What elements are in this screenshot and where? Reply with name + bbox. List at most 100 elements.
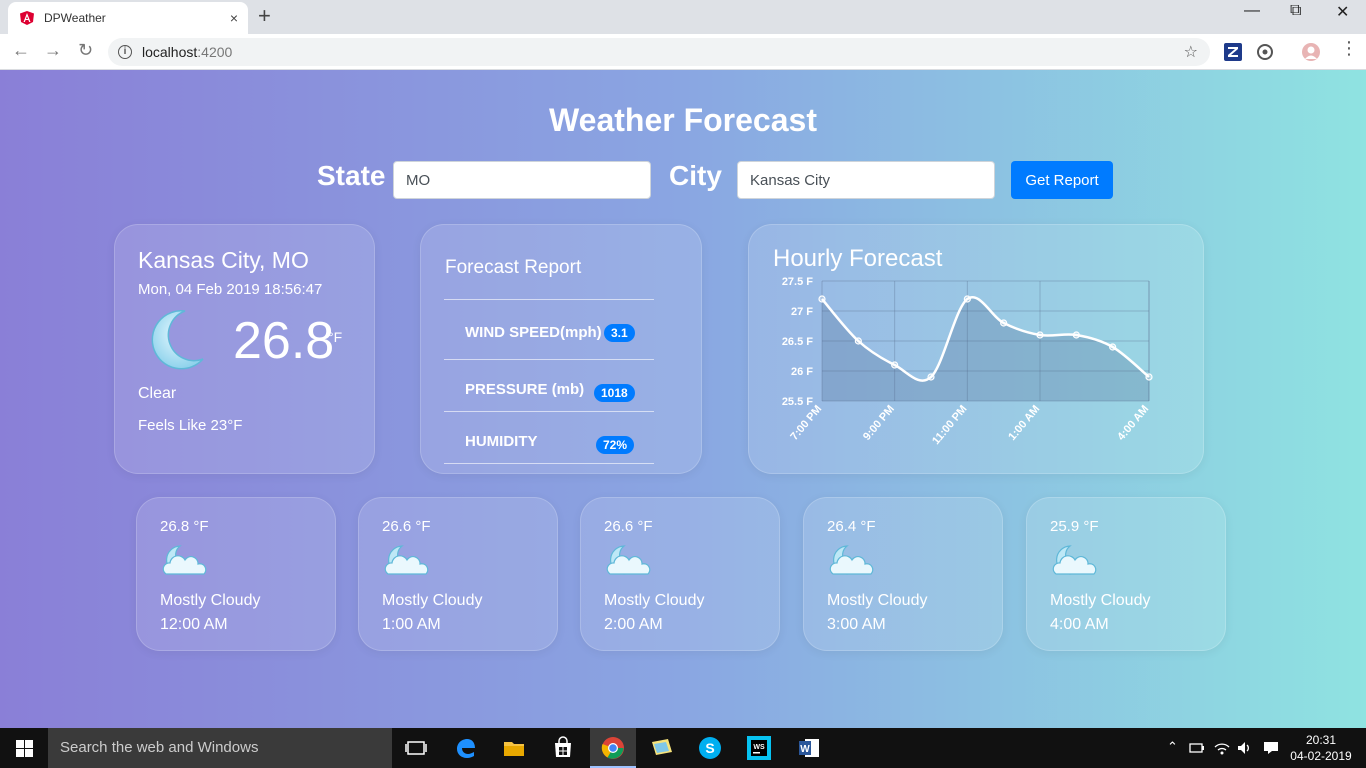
report-row-label: WIND SPEED(mph) — [465, 324, 602, 341]
state-input[interactable] — [393, 161, 651, 199]
forward-icon[interactable]: → — [44, 40, 62, 61]
forecast-card-temp: 26.8 °F — [160, 518, 209, 535]
data-point — [1109, 343, 1117, 351]
current-datetime: Mon, 04 Feb 2019 18:56:47 — [138, 281, 323, 298]
reload-icon[interactable]: ↻ — [78, 40, 93, 61]
mostly-cloudy-moon-icon — [606, 545, 651, 575]
report-row-humidity: HUMIDITY 72% — [444, 411, 654, 463]
data-point — [891, 361, 899, 369]
y-tick-label: 27.5 F — [782, 276, 813, 288]
forecast-card-time: 4:00 AM — [1050, 616, 1109, 633]
word-icon[interactable]: W — [797, 736, 821, 760]
report-row-label: PRESSURE (mb) — [465, 381, 585, 398]
browser-tab[interactable]: DPWeather × — [8, 2, 248, 34]
tab-close-icon[interactable]: × — [230, 10, 238, 26]
y-tick-label: 27 F — [791, 306, 813, 318]
forecast-card: 26.6 °F Mostly Cloudy 1:00 AM — [358, 497, 558, 651]
data-point — [818, 295, 826, 303]
forecast-card: 25.9 °F Mostly Cloudy 4:00 AM — [1026, 497, 1226, 651]
x-tick-label: 1:00 AM — [1006, 403, 1042, 443]
forecast-card-temp: 26.6 °F — [604, 518, 653, 535]
file-explorer-icon[interactable] — [502, 736, 526, 760]
restore-icon[interactable]: ⧉ — [1290, 2, 1301, 20]
forecast-card-condition: Mostly Cloudy — [1050, 592, 1151, 609]
forecast-card: 26.6 °F Mostly Cloudy 2:00 AM — [580, 497, 780, 651]
photos-app-icon[interactable] — [650, 736, 674, 760]
forecast-card-condition: Mostly Cloudy — [382, 592, 483, 609]
volume-icon[interactable] — [1236, 739, 1254, 757]
report-row-wind: WIND SPEED(mph) 3.1 — [444, 299, 654, 351]
forecast-card-time: 12:00 AM — [160, 616, 228, 633]
forecast-card-condition: Mostly Cloudy — [827, 592, 928, 609]
site-info-icon[interactable]: i — [118, 45, 132, 59]
bookmark-star-icon[interactable]: ☆ — [1184, 42, 1198, 62]
close-window-icon[interactable]: ✕ — [1336, 2, 1349, 22]
data-point — [927, 373, 935, 381]
zotero-extension-icon[interactable] — [1224, 43, 1242, 61]
profile-avatar-icon[interactable] — [1302, 43, 1320, 61]
url-port: :4200 — [197, 44, 233, 60]
tab-title: DPWeather — [44, 11, 106, 25]
feels-like: Feels Like 23°F — [138, 417, 243, 434]
taskbar-search-box[interactable]: Search the web and Windows — [48, 728, 392, 768]
task-view-icon[interactable] — [404, 736, 428, 760]
data-point — [1036, 331, 1044, 339]
url-host: localhost — [142, 44, 198, 60]
forecast-card-time: 3:00 AM — [827, 616, 886, 633]
windows-taskbar: Search the web and Windows S WS W ⌃ 20:3… — [0, 728, 1366, 768]
report-row-label: HUMIDITY — [465, 433, 538, 450]
new-tab-button[interactable]: + — [258, 3, 271, 29]
chrome-icon[interactable] — [601, 736, 625, 760]
edge-browser-icon[interactable] — [454, 736, 478, 760]
angular-favicon-icon — [20, 11, 34, 25]
svg-text:WS: WS — [753, 744, 765, 751]
windows-start-icon[interactable] — [16, 740, 33, 757]
x-tick-label: 7:00 PM — [788, 403, 824, 443]
minimize-icon[interactable]: — — [1244, 2, 1260, 20]
forecast-card-condition: Mostly Cloudy — [160, 592, 261, 609]
forecast-card-condition: Mostly Cloudy — [604, 592, 705, 609]
current-condition: Clear — [138, 385, 177, 402]
show-hidden-icons-icon[interactable]: ⌃ — [1167, 739, 1178, 755]
current-temperature: 26.8 — [233, 312, 335, 370]
webstorm-icon[interactable]: WS — [747, 736, 771, 760]
battery-icon[interactable] — [1188, 739, 1206, 757]
address-bar[interactable]: i localhost:4200 ☆ — [108, 38, 1210, 66]
skype-icon[interactable]: S — [698, 736, 722, 760]
report-divider — [444, 463, 654, 464]
state-label: State — [317, 160, 386, 191]
data-point — [963, 295, 971, 303]
location-name: Kansas City, MO — [138, 247, 309, 273]
store-icon[interactable] — [551, 736, 575, 760]
taskbar-clock[interactable]: 20:31 04-02-2019 — [1290, 732, 1352, 764]
data-point — [1145, 373, 1153, 381]
svg-text:W: W — [800, 744, 810, 755]
back-icon[interactable]: ← — [12, 40, 30, 61]
menu-icon[interactable]: ⋮ — [1340, 38, 1358, 59]
y-tick-label: 25.5 F — [782, 396, 813, 408]
mostly-cloudy-moon-icon — [1052, 545, 1097, 575]
x-tick-label: 9:00 PM — [861, 403, 897, 443]
y-tick-label: 26 F — [791, 366, 813, 378]
extension-icon[interactable] — [1256, 43, 1274, 61]
forecast-card-time: 1:00 AM — [382, 616, 441, 633]
report-row-badge: 1018 — [594, 384, 635, 402]
city-input[interactable] — [737, 161, 995, 199]
forecast-card-temp: 25.9 °F — [1050, 518, 1099, 535]
get-report-button[interactable]: Get Report — [1011, 161, 1113, 199]
page-title: Weather Forecast — [549, 102, 817, 138]
data-point — [854, 337, 862, 345]
report-row-badge: 72% — [596, 436, 635, 454]
forecast-card: 26.4 °F Mostly Cloudy 3:00 AM — [803, 497, 1003, 651]
clock-date: 04-02-2019 — [1290, 749, 1352, 763]
wifi-icon[interactable] — [1213, 739, 1231, 757]
action-center-icon[interactable] — [1262, 739, 1280, 757]
clock-time: 20:31 — [1305, 733, 1337, 747]
mostly-cloudy-moon-icon — [829, 545, 874, 575]
city-label: City — [669, 160, 722, 191]
data-point — [1072, 331, 1080, 339]
x-tick-label: 4:00 AM — [1115, 403, 1151, 443]
forecast-report-title: Forecast Report — [445, 257, 582, 278]
svg-text:S: S — [705, 740, 714, 756]
current-weather-card: Kansas City, MO Mon, 04 Feb 2019 18:56:4… — [114, 224, 375, 474]
